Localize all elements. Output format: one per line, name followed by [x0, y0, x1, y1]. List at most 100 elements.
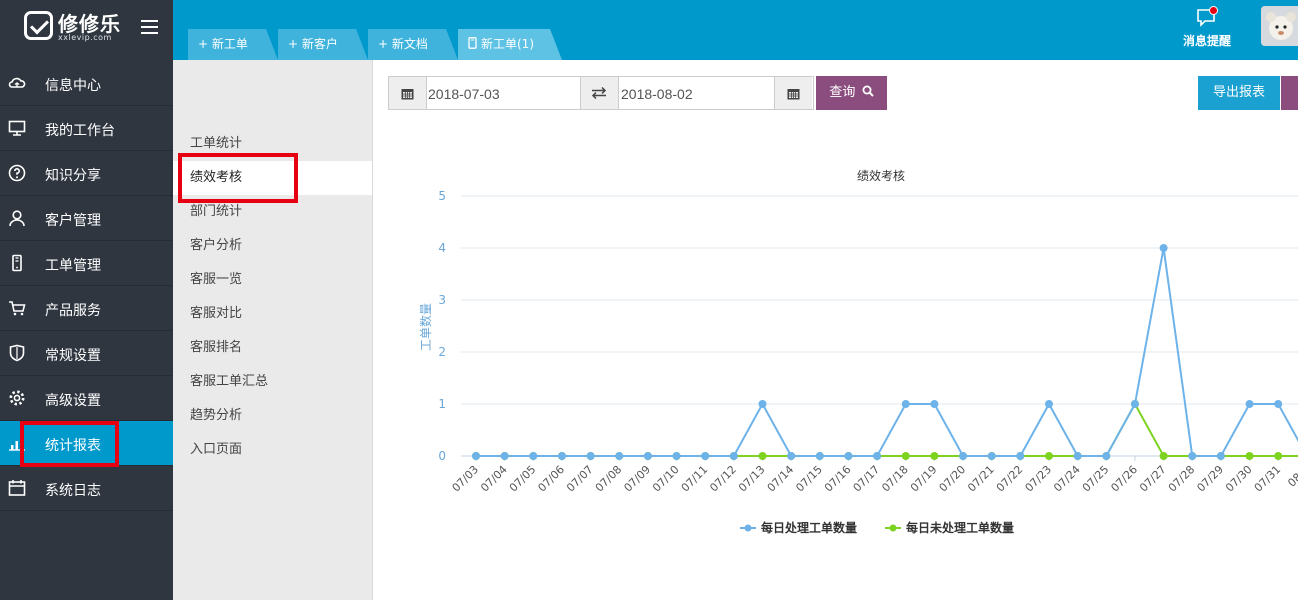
nav-item-workorder[interactable]: 工单管理 [0, 241, 173, 286]
chart-y-tick-label: 4 [438, 241, 446, 255]
sub-nav: 工单统计 绩效考核 部门统计 客户分析 客服一览 客服对比 客服排名 客服工单汇… [173, 60, 372, 600]
calendar-icon [8, 480, 26, 496]
nav-item-advanced-settings[interactable]: 高级设置 [0, 376, 173, 421]
chart-data-point [901, 452, 910, 460]
nav-label: 我的工作台 [45, 123, 115, 139]
tab-label: + 新客户 [288, 37, 338, 51]
avatar[interactable] [1261, 6, 1298, 46]
logo-mark-icon [24, 11, 53, 40]
chart-x-tick-label: 07/22 [994, 463, 1026, 495]
subnav-item-trend-analysis[interactable]: 趋势分析 [173, 399, 372, 433]
question-icon [8, 164, 26, 182]
chart-data-point [901, 400, 910, 408]
logo[interactable]: 修修乐 xxlevip.com [0, 0, 173, 60]
chart-legend-swatch-dot [889, 524, 897, 532]
chart-data-point [529, 452, 538, 460]
notification-badge-icon [1209, 6, 1218, 15]
chart-y-tick-label: 3 [438, 293, 446, 307]
subnav-item-performance[interactable]: 绩效考核 [173, 161, 372, 195]
subnav-item-agent-overview[interactable]: 客服一览 [173, 263, 372, 297]
menu-toggle-icon[interactable] [141, 20, 158, 34]
chart-data-point [930, 400, 939, 408]
left-nav: 修修乐 xxlevip.com 信息中心 我的工作台 知识分享 客户管理 工单管… [0, 0, 173, 600]
chart-x-tick-label: 07/30 [1223, 463, 1255, 495]
cloud-icon [8, 77, 26, 88]
chart-data-point [1159, 244, 1168, 252]
chart-data-point [1045, 400, 1053, 408]
chart-x-tick-label: 07/14 [765, 463, 797, 495]
user-icon [9, 210, 25, 227]
chart-x-tick-label: 07/16 [822, 463, 854, 495]
subnav-item-entry-page[interactable]: 入口页面 [173, 433, 372, 467]
subnav-item-agent-compare[interactable]: 客服对比 [173, 297, 372, 331]
nav-item-knowledge[interactable]: 知识分享 [0, 151, 173, 196]
chart-data-point [586, 452, 595, 460]
phone-icon [468, 37, 477, 49]
performance-line-chart: 绩效考核工单数量01234507/0307/0407/0507/0607/070… [418, 168, 1298, 535]
chart-x-tick-label: 07/11 [679, 463, 711, 495]
chart-data-point [643, 452, 652, 460]
chart-data-point [615, 452, 624, 460]
chart-x-tick-label: 07/06 [535, 463, 567, 495]
chart-x-tick-label: 07/17 [851, 463, 883, 495]
nav-list: 信息中心 我的工作台 知识分享 客户管理 工单管理 产品服务 常规设置 高级设置… [0, 61, 173, 511]
tab-label: 新工单(1) [481, 37, 534, 51]
chart-data-point [729, 452, 738, 460]
logo-subtitle: xxlevip.com [58, 33, 112, 42]
chart-x-tick-label: 07/13 [736, 463, 768, 495]
nav-label: 统计报表 [45, 438, 101, 454]
tab-label: + 新工单 [198, 37, 248, 51]
chart-x-tick-label: 07/27 [1137, 463, 1169, 495]
subnav-item-agent-summary[interactable]: 客服工单汇总 [173, 365, 372, 399]
chart-x-tick-label: 07/29 [1194, 463, 1226, 495]
chart-y-tick-label: 1 [438, 397, 446, 411]
nav-item-workbench[interactable]: 我的工作台 [0, 106, 173, 151]
tab-new-document[interactable]: + 新文档 [368, 29, 458, 60]
chart-data-point [1102, 452, 1111, 460]
chart-data-point [1016, 452, 1025, 460]
chart-x-tick-label: 07/08 [593, 463, 625, 495]
chart-data-point [1073, 452, 1082, 460]
nav-label: 知识分享 [45, 168, 101, 184]
chart-title: 绩效考核 [857, 168, 905, 183]
subnav-item-workorder-stats[interactable]: 工单统计 [173, 127, 372, 161]
chart-x-tick-label: 08/0 [1285, 463, 1298, 490]
nav-label: 系统日志 [45, 483, 101, 499]
chart-data-point [815, 452, 824, 460]
chart-x-tick-label: 07/26 [1108, 463, 1140, 495]
chart-x-tick-label: 07/04 [478, 463, 510, 495]
tab-new-workorder[interactable]: + 新工单 [188, 29, 278, 60]
chart-x-tick-label: 07/05 [507, 463, 539, 495]
nav-item-info-center[interactable]: 信息中心 [0, 61, 173, 106]
chart-x-tick-label: 07/23 [1023, 463, 1055, 495]
cart-icon [9, 301, 26, 316]
subnav-item-customer-analysis[interactable]: 客户分析 [173, 229, 372, 263]
nav-item-system-log[interactable]: 系统日志 [0, 466, 173, 511]
chart-x-tick-label: 07/18 [879, 463, 911, 495]
chart-y-tick-label: 5 [438, 189, 446, 203]
monitor-icon [8, 120, 26, 136]
chart-data-point [930, 452, 939, 460]
avatar-image-icon [1261, 6, 1298, 46]
tab-current-workorder[interactable]: 新工单(1) [458, 29, 562, 60]
chart-data-point [1188, 452, 1197, 460]
chart-data-point [672, 452, 681, 460]
nav-item-product[interactable]: 产品服务 [0, 286, 173, 331]
chart-data-point [844, 452, 853, 460]
nav-item-customer[interactable]: 客户管理 [0, 196, 173, 241]
chart-data-point [959, 452, 968, 460]
tab-new-customer[interactable]: + 新客户 [278, 29, 368, 60]
chart-data-point [1045, 452, 1053, 460]
chart-x-tick-label: 07/31 [1252, 463, 1284, 495]
chart-data-point [758, 452, 767, 460]
chart-x-tick-label: 07/03 [450, 463, 482, 495]
subnav-item-department-stats[interactable]: 部门统计 [173, 195, 372, 229]
gear-icon [9, 390, 25, 406]
subnav-item-agent-ranking[interactable]: 客服排名 [173, 331, 372, 365]
chart-data-point [758, 400, 767, 408]
chart-x-tick-label: 07/25 [1080, 463, 1112, 495]
chart-x-tick-label: 07/12 [707, 463, 739, 495]
nav-item-general-settings[interactable]: 常规设置 [0, 331, 173, 376]
chart-x-tick-label: 07/10 [650, 463, 682, 495]
nav-item-statistics[interactable]: 统计报表 [0, 421, 173, 466]
